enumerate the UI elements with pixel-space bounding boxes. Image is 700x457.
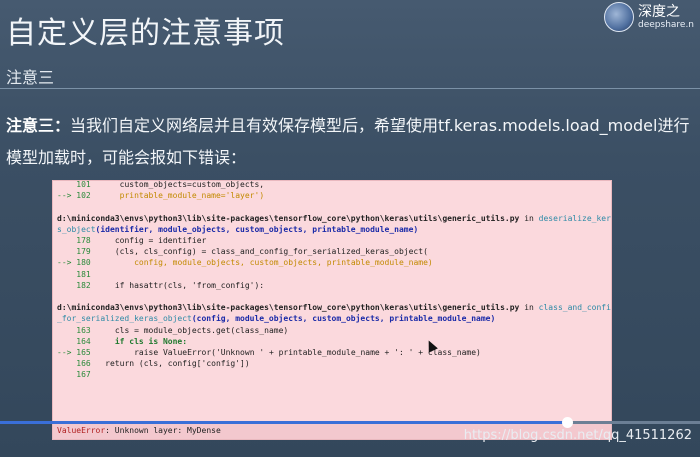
code-line-current: --> 165 raise ValueError('Unknown ' + pr… — [57, 348, 481, 358]
error-traceback-panel: 101 custom_objects=custom_objects, --> 1… — [52, 180, 612, 440]
error-type: ValueError — [57, 426, 106, 435]
code-line-current: --> 102 printable_module_name='layer') — [57, 191, 265, 201]
code-line: 182 if hasattr(cls, 'from_config'): — [76, 280, 265, 290]
divider — [0, 88, 700, 89]
description-lead: 注意三： — [6, 116, 71, 135]
code-line: 166 return (cls, config['config']) — [76, 359, 250, 369]
code-line: 163 cls = module_objects.get(class_name) — [76, 325, 289, 335]
code-line: 179 (cls, cls_config) = class_and_config… — [76, 247, 428, 257]
code-line: 164 if cls is None: — [76, 336, 188, 346]
description-paragraph: 注意三：当我们自定义网络层并且有效保存模型后，希望使用tf.keras.mode… — [6, 110, 700, 174]
slide-subtitle: 注意三 — [6, 68, 55, 87]
brand-logo: 深度之 deepshare.n — [600, 0, 700, 34]
traceback-frame-header: d:\miniconda3\envs\python3\lib\site-pack… — [57, 213, 612, 223]
slide-title: 自定义层的注意事项 — [6, 16, 285, 51]
code-line: 178 config = identifier — [76, 236, 207, 246]
video-progress-bar[interactable] — [0, 417, 700, 428]
code-line-current: --> 180 config, module_objects, custom_o… — [57, 258, 433, 268]
traceback-frame-header-cont: _for_serialized_keras_object(config, mod… — [57, 314, 496, 324]
video-progress-handle[interactable] — [562, 417, 573, 428]
video-progress-fill — [0, 421, 567, 424]
logo-name: 深度之 — [638, 4, 680, 20]
traceback-frame-header: d:\miniconda3\envs\python3\lib\site-pack… — [57, 303, 612, 313]
code-line: 101 custom_objects=custom_objects, — [76, 180, 265, 189]
logo-emblem-icon — [604, 2, 634, 32]
code-line: 167 — [76, 370, 91, 380]
error-text: : Unknown layer: MyDense — [105, 426, 221, 435]
traceback-frame-header-cont: s_object(identifier, module_objects, cus… — [57, 224, 419, 234]
watermark-url: https://blog.csdn.net/qq_41511262 — [463, 428, 692, 443]
description-text: 当我们自定义网络层并且有效保存模型后，希望使用tf.keras.models.l… — [6, 116, 690, 167]
code-line: 181 — [76, 269, 91, 279]
logo-url: deepshare.n — [638, 20, 695, 30]
